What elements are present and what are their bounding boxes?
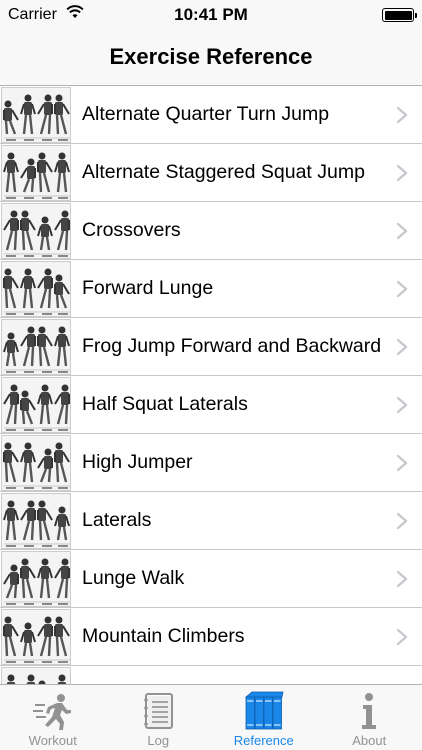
exercise-illustration-icon — [1, 145, 71, 201]
tab-bar: Workout Log Reference About — [0, 684, 422, 750]
chevron-right-icon — [396, 628, 408, 646]
exercise-label: Laterals — [82, 509, 152, 531]
battery-icon — [382, 8, 417, 22]
status-bar: Carrier 10:41 PM — [0, 0, 422, 30]
list-item[interactable]: Mountain Climbers — [0, 608, 422, 666]
exercise-label: Crossovers — [82, 219, 181, 241]
tab-label: Workout — [28, 733, 77, 748]
info-icon — [349, 691, 389, 731]
exercise-illustration-icon — [1, 551, 71, 607]
exercise-illustration-icon — [1, 377, 71, 433]
chevron-right-icon — [396, 280, 408, 298]
exercise-illustration-icon — [1, 319, 71, 375]
exercise-label: Alternate Staggered Squat Jump — [82, 161, 365, 183]
exercise-label: Lunge Walk — [82, 567, 185, 589]
exercise-label: Mountain Climbers — [82, 625, 245, 647]
list-item[interactable]: Half Squat Laterals — [0, 376, 422, 434]
page-title: Exercise Reference — [109, 44, 313, 69]
list-item[interactable]: Forward Lunge — [0, 260, 422, 318]
exercise-illustration-icon — [1, 87, 71, 143]
exercise-illustration-icon — [1, 609, 71, 665]
tab-label: Log — [147, 733, 170, 748]
exercise-illustration-icon — [1, 203, 71, 259]
exercise-illustration-icon — [1, 493, 71, 549]
tab-log[interactable]: Log — [106, 685, 212, 750]
chevron-right-icon — [396, 106, 408, 124]
list-item[interactable]: Laterals — [0, 492, 422, 550]
chevron-right-icon — [396, 164, 408, 182]
notebook-icon — [138, 691, 178, 731]
runner-icon — [32, 691, 73, 731]
tab-label: Reference — [233, 733, 294, 748]
list-item[interactable]: High Jumper — [0, 434, 422, 492]
exercise-illustration-icon — [1, 261, 71, 317]
exercise-illustration-icon — [1, 667, 71, 684]
chevron-right-icon — [396, 396, 408, 414]
chevron-right-icon — [396, 570, 408, 588]
list-item[interactable]: Lunge Walk — [0, 550, 422, 608]
chevron-right-icon — [396, 454, 408, 472]
list-item[interactable]: Crossovers — [0, 202, 422, 260]
exercise-label: Frog Jump Forward and Backward — [82, 335, 382, 357]
exercise-label: Forward Lunge — [82, 277, 214, 299]
exercise-list[interactable]: Alternate Quarter Turn Jump Alternate Sta… — [0, 86, 422, 684]
exercise-label: Alternate Quarter Turn Jump — [82, 103, 330, 125]
chevron-right-icon — [396, 338, 408, 356]
exercise-label: Half Squat Laterals — [82, 393, 248, 415]
books-icon — [244, 691, 284, 731]
status-time: 10:41 PM — [174, 5, 248, 24]
list-item[interactable]: Frog Jump Forward and Backward — [0, 318, 422, 376]
exercise-illustration-icon — [1, 435, 71, 491]
exercise-label: High Jumper — [82, 451, 193, 473]
tab-about[interactable]: About — [317, 685, 422, 750]
chevron-right-icon — [396, 512, 408, 530]
list-item[interactable] — [0, 666, 422, 684]
chevron-right-icon — [396, 222, 408, 240]
tab-label: About — [352, 733, 387, 748]
list-item[interactable]: Alternate Staggered Squat Jump — [0, 144, 422, 202]
navigation-bar: Exercise Reference — [0, 30, 422, 86]
tab-reference[interactable]: Reference — [211, 685, 317, 750]
list-item[interactable]: Alternate Quarter Turn Jump — [0, 86, 422, 144]
tab-workout[interactable]: Workout — [0, 685, 106, 750]
